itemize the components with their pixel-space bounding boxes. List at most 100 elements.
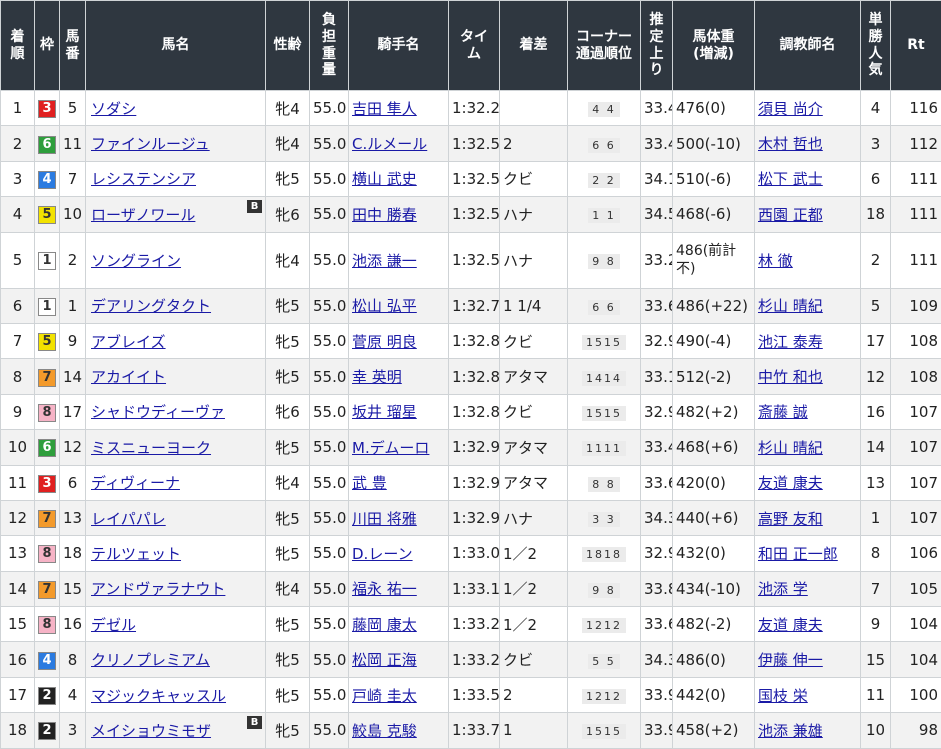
jockey-name-link[interactable]: D.レーン — [352, 545, 413, 563]
sex-age-cell: 牝5 — [266, 288, 310, 323]
jockey-name-link[interactable]: M.デムーロ — [352, 439, 429, 457]
popularity-cell: 2 — [861, 232, 891, 288]
jockey-name-link[interactable]: 武 豊 — [352, 474, 387, 492]
jockey-name-link[interactable]: C.ルメール — [352, 135, 427, 153]
horse-name-link[interactable]: ミスニューヨーク — [91, 439, 211, 457]
trainer-name-link[interactable]: 高野 友和 — [758, 510, 823, 528]
horse-name-link[interactable]: レイパパレ — [91, 510, 166, 528]
header-body-weight: 馬体重(増減) — [673, 1, 755, 91]
jockey-name-link[interactable]: 池添 謙一 — [352, 252, 417, 270]
sex-age-cell: 牝6 — [266, 394, 310, 429]
corner-cell: 1212 — [568, 607, 641, 642]
waku-cell: 1 — [35, 288, 60, 323]
trainer-name-link[interactable]: 須貝 尚介 — [758, 100, 823, 118]
jockey-name-link[interactable]: 福永 祐一 — [352, 580, 417, 598]
horse-name-link[interactable]: メイショウミモザ — [91, 722, 211, 740]
corner-badge: 6 6 — [588, 300, 620, 315]
popularity-cell: 6 — [861, 161, 891, 196]
horse-name-link[interactable]: アンドヴァラナウト — [91, 580, 225, 598]
jockey-name-link[interactable]: 坂井 瑠星 — [352, 403, 417, 421]
trainer-name-link[interactable]: 林 徹 — [758, 252, 793, 270]
umaban-cell: 4 — [60, 677, 86, 712]
umaban-cell: 8 — [60, 642, 86, 677]
corner-cell: 1 1 — [568, 197, 641, 232]
umaban-cell: 11 — [60, 126, 86, 161]
jockey-name-link[interactable]: 横山 武史 — [352, 170, 417, 188]
jockey-name-link[interactable]: 鮫島 克駿 — [352, 722, 417, 740]
trainer-name-link[interactable]: 和田 正一郎 — [758, 545, 838, 563]
header-weight: 負担重量 — [310, 1, 349, 91]
waku-cell: 4 — [35, 161, 60, 196]
horse-cell: ソダシ — [86, 91, 266, 126]
jockey-name-link[interactable]: 田中 勝春 — [352, 206, 417, 224]
horse-name-link[interactable]: ソングライン — [91, 252, 181, 270]
weight-cell: 55.0 — [310, 232, 349, 288]
waku-badge: 1 — [38, 298, 56, 316]
horse-name-link[interactable]: クリノプレミアム — [91, 651, 210, 669]
trainer-name-link[interactable]: 松下 武士 — [758, 170, 823, 188]
trainer-name-link[interactable]: 木村 哲也 — [758, 135, 823, 153]
horse-name-link[interactable]: デゼル — [91, 616, 136, 634]
table-body: 1 3 5 ソダシ 牝4 55.0 吉田 隼人 1:32.2 4 4 33.4 … — [1, 91, 941, 749]
jockey-cell: 吉田 隼人 — [349, 91, 449, 126]
horse-name-link[interactable]: ファインルージュ — [91, 135, 210, 153]
rt-cell: 100 — [891, 677, 941, 712]
waku-cell: 3 — [35, 465, 60, 500]
jockey-name-link[interactable]: 菅原 明良 — [352, 333, 417, 351]
jockey-name-link[interactable]: 松岡 正海 — [352, 651, 417, 669]
table-row: 8 7 14 アカイイト 牝5 55.0 幸 英明 1:32.8 アタマ 141… — [1, 359, 941, 394]
trainer-name-link[interactable]: 池江 泰寿 — [758, 333, 823, 351]
umaban-cell: 15 — [60, 571, 86, 606]
trainer-name-link[interactable]: 国枝 栄 — [758, 687, 808, 705]
blinker-badge: B — [247, 716, 262, 729]
horse-name-link[interactable]: ローザノワール — [91, 206, 195, 224]
trainer-name-link[interactable]: 友道 康夫 — [758, 616, 823, 634]
corner-badge: 1212 — [582, 689, 626, 704]
horse-name-link[interactable]: デアリングタクト — [91, 297, 211, 315]
sex-age-cell: 牝5 — [266, 607, 310, 642]
horse-name-link[interactable]: シャドウディーヴァ — [91, 403, 225, 421]
time-cell: 1:33.1 — [449, 571, 500, 606]
rt-cell: 107 — [891, 500, 941, 535]
corner-badge: 9 8 — [588, 254, 620, 269]
horse-name-link[interactable]: ディヴィーナ — [91, 474, 180, 492]
jockey-name-link[interactable]: 幸 英明 — [352, 368, 402, 386]
horse-cell: デゼル — [86, 607, 266, 642]
jockey-name-link[interactable]: 吉田 隼人 — [352, 100, 417, 118]
popularity-cell: 9 — [861, 607, 891, 642]
trainer-name-link[interactable]: 池添 学 — [758, 580, 808, 598]
trainer-name-link[interactable]: 斎藤 誠 — [758, 403, 808, 421]
trainer-cell: 和田 正一郎 — [755, 536, 861, 571]
trainer-name-link[interactable]: 伊藤 伸一 — [758, 651, 823, 669]
last3f-cell: 33.8 — [641, 571, 673, 606]
horse-name-link[interactable]: マジックキャッスル — [91, 687, 226, 705]
horse-name-link[interactable]: アブレイズ — [91, 333, 166, 351]
margin-cell: 1／2 — [500, 571, 568, 606]
jockey-name-link[interactable]: 川田 将雅 — [352, 510, 417, 528]
waku-badge: 1 — [38, 252, 56, 270]
horse-name-link[interactable]: レシステンシア — [91, 170, 196, 188]
trainer-name-link[interactable]: 杉山 晴紀 — [758, 439, 823, 457]
horse-name-link[interactable]: アカイイト — [91, 368, 166, 386]
race-result-table: 着順 枠 馬番 馬名 性齢 負担重量 騎手名 タイム 着差 コーナー通過順位 推… — [0, 0, 941, 749]
horse-name-link[interactable]: テルツェット — [91, 545, 181, 563]
popularity-cell: 4 — [861, 91, 891, 126]
trainer-name-link[interactable]: 西園 正都 — [758, 206, 823, 224]
jockey-cell: C.ルメール — [349, 126, 449, 161]
jockey-name-link[interactable]: 戸崎 圭太 — [352, 687, 417, 705]
sex-age-cell: 牝5 — [266, 677, 310, 712]
sex-age-cell: 牝5 — [266, 359, 310, 394]
trainer-cell: 国枝 栄 — [755, 677, 861, 712]
trainer-name-link[interactable]: 中竹 和也 — [758, 368, 823, 386]
waku-cell: 7 — [35, 359, 60, 394]
margin-cell: ハナ — [500, 197, 568, 232]
jockey-cell: 松岡 正海 — [349, 642, 449, 677]
trainer-name-link[interactable]: 池添 兼雄 — [758, 722, 823, 740]
waku-cell: 7 — [35, 571, 60, 606]
trainer-cell: 中竹 和也 — [755, 359, 861, 394]
trainer-name-link[interactable]: 杉山 晴紀 — [758, 297, 823, 315]
trainer-name-link[interactable]: 友道 康夫 — [758, 474, 823, 492]
jockey-name-link[interactable]: 藤岡 康太 — [352, 616, 417, 634]
jockey-name-link[interactable]: 松山 弘平 — [352, 297, 417, 315]
horse-name-link[interactable]: ソダシ — [91, 100, 136, 118]
